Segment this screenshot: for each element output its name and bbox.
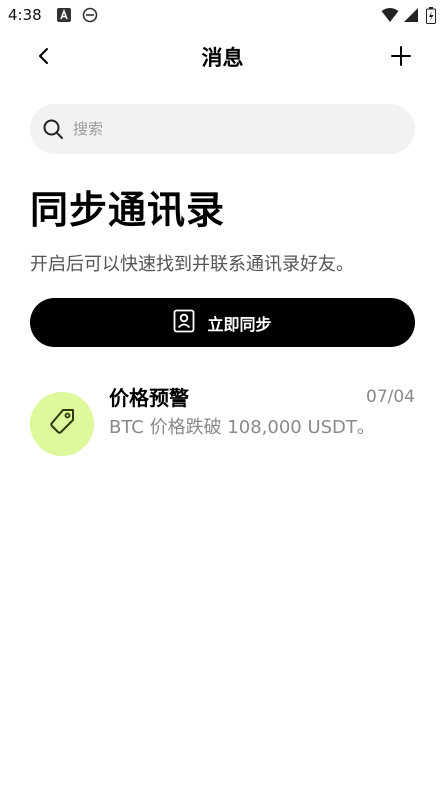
message-title: 价格预警 — [109, 386, 189, 410]
signal-icon — [403, 7, 419, 23]
sync-now-button[interactable]: 立即同步 — [30, 298, 415, 347]
wifi-icon — [381, 7, 399, 23]
avatar — [30, 392, 94, 456]
page-title: 消息 — [201, 46, 244, 70]
search-input[interactable]: 搜索 — [30, 104, 415, 154]
nav-bar: 消息 — [0, 30, 445, 86]
sync-now-label: 立即同步 — [207, 314, 272, 334]
sync-contacts-title: 同步通讯录 — [30, 188, 226, 232]
search-placeholder: 搜索 — [73, 120, 104, 138]
plus-icon — [390, 45, 412, 71]
message-preview: BTC 价格跌破 108,000 USDT。 — [109, 417, 375, 438]
a-icon — [56, 7, 72, 23]
message-date: 07/04 — [366, 387, 415, 407]
search-icon — [42, 118, 64, 140]
battery-icon — [426, 7, 436, 24]
status-bar: 4:38 — [0, 0, 445, 30]
status-time: 4:38 — [8, 6, 42, 24]
sync-contacts-description: 开启后可以快速找到并联系通讯录好友。 — [30, 254, 354, 275]
add-button[interactable] — [385, 42, 417, 74]
contact-card-icon — [173, 309, 195, 337]
price-tag-icon — [47, 407, 77, 441]
list-item[interactable]: 价格预警 07/04 BTC 价格跌破 108,000 USDT。 — [30, 382, 415, 462]
e-icon — [82, 7, 98, 23]
